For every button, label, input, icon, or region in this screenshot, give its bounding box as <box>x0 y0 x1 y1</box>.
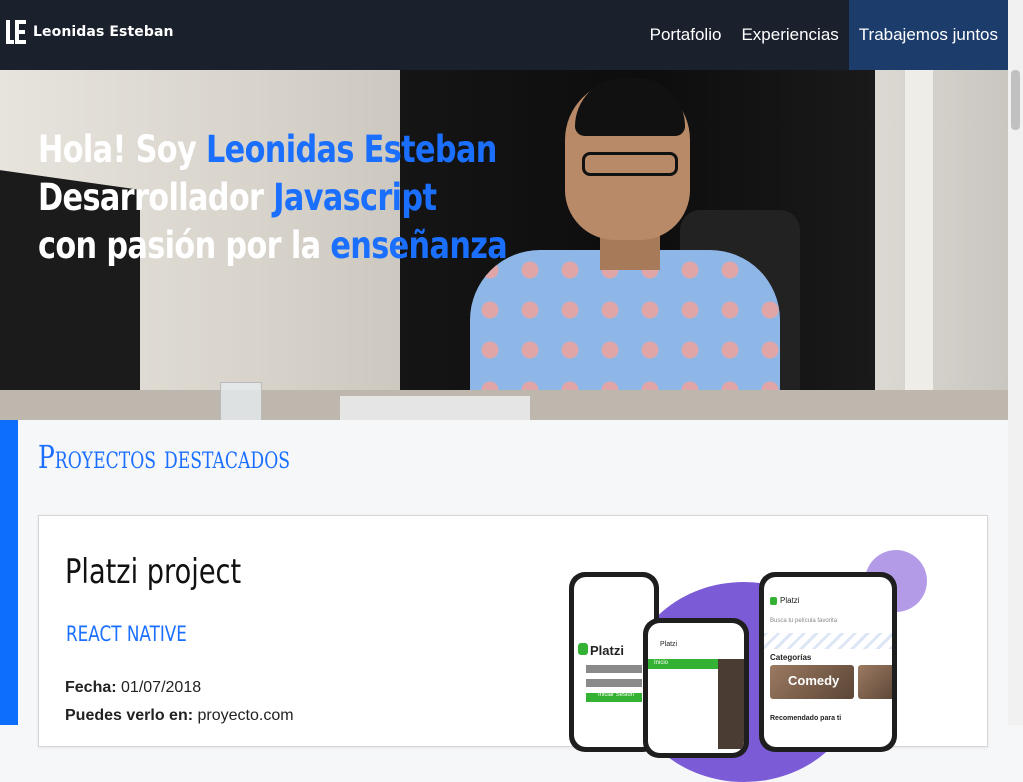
mockup-categories-label: Categorías <box>770 653 812 662</box>
project-link-label: Puedes verlo en: <box>65 707 194 724</box>
logo-text: Leonidas Esteban <box>33 24 174 40</box>
mockup-search-placeholder: Busca tu película favorita <box>770 618 838 624</box>
mockup-phone-menu-screen: Platzi Inicio <box>648 623 744 753</box>
hero-line-3-text: con pasión por la <box>38 224 331 267</box>
hero-photo-glasses <box>582 152 678 176</box>
section-title: Proyectos destacados <box>38 438 291 476</box>
project-link-value[interactable]: proyecto.com <box>198 707 294 724</box>
mockup-phone-home-screen: Platzi Busca tu película favorita Catego… <box>764 577 892 747</box>
hero-line-3: con pasión por la enseñanza <box>38 222 508 270</box>
main-nav: Portafolio Experiencias Trabajemos junto… <box>640 0 1008 70</box>
mockup-menu-overlay <box>718 659 744 749</box>
logo[interactable]: Leonidas Esteban <box>6 20 174 44</box>
nav-link-experiencias[interactable]: Experiencias <box>731 0 848 70</box>
hero-photo-laptop <box>340 396 530 420</box>
hero-line-2: Desarrollador Javascript <box>38 174 507 222</box>
navbar: Leonidas Esteban Portafolio Experiencias… <box>0 0 1008 70</box>
logo-mark-icon <box>6 20 26 44</box>
project-tag: REACT NATIVE <box>66 622 187 646</box>
mockup-category-tile: Comedy <box>770 665 854 699</box>
mockup-menu-home: Inicio <box>648 659 718 669</box>
mockup-phone-menu: Platzi Inicio <box>643 618 749 758</box>
project-link: Puedes verlo en: proyecto.com <box>65 707 294 725</box>
project-card[interactable]: Platzi project REACT NATIVE Fecha: 01/07… <box>38 515 988 782</box>
mockup-login-button-label: Iniciar Sesión <box>598 692 635 698</box>
mockup-tile-label: Comedy <box>788 673 840 688</box>
mockup-phone-login-screen: Platzi Iniciar Sesión <box>574 577 654 747</box>
mockup-phone-home: Platzi Busca tu película favorita Catego… <box>759 572 897 752</box>
mockup-login-field-pass <box>586 679 642 687</box>
project-date-label: Fecha: <box>65 679 117 696</box>
mockup-menu-brand: Platzi <box>660 641 678 648</box>
platzi-logo-small-icon <box>770 597 777 605</box>
mockup-home-stripe <box>764 633 892 649</box>
hero-photo-right-wall <box>875 70 1008 420</box>
project-mockup-image: Platzi Iniciar Sesión Platzi Inicio Plat… <box>569 546 939 782</box>
nav-link-portafolio[interactable]: Portafolio <box>640 0 732 70</box>
hero-line-1-text: Hola! Soy <box>38 128 206 171</box>
page-scrollbar-thumb[interactable] <box>1011 70 1020 130</box>
mockup-login-button: Iniciar Sesión <box>586 692 642 702</box>
platzi-logo-icon <box>578 643 588 655</box>
mockup-login-field-user <box>586 665 642 673</box>
mockup-login-brand: Platzi <box>590 643 624 658</box>
mockup-recommended-label: Recomendado para ti <box>770 715 842 722</box>
section-accent-bar <box>0 420 18 725</box>
nav-link-trabajemos-juntos[interactable]: Trabajemos juntos <box>848 0 1008 70</box>
hero-line-2-text: Desarrollador <box>38 176 274 219</box>
project-date: Fecha: 01/07/2018 <box>65 679 201 697</box>
hero-photo-glass <box>220 382 262 420</box>
hero-line-2-highlight: Javascript <box>273 176 437 219</box>
mockup-home-brand: Platzi <box>780 596 800 605</box>
hero-line-1: Hola! Soy Leonidas Esteban <box>38 126 507 174</box>
hero-headline: Hola! Soy Leonidas Esteban Desarrollador… <box>38 126 508 270</box>
hero-line-3-highlight: enseñanza <box>330 224 508 267</box>
mockup-category-tile-2 <box>858 665 892 699</box>
hero-line-1-highlight: Leonidas Esteban <box>205 128 497 171</box>
hero-photo-pillar <box>905 70 933 420</box>
hero-banner: Hola! Soy Leonidas Esteban Desarrollador… <box>0 70 1008 420</box>
mockup-menu-home-label: Inicio <box>654 660 669 666</box>
project-date-value: 01/07/2018 <box>121 679 202 696</box>
page-scrollbar[interactable] <box>1008 0 1023 725</box>
project-title: Platzi project <box>65 552 242 592</box>
